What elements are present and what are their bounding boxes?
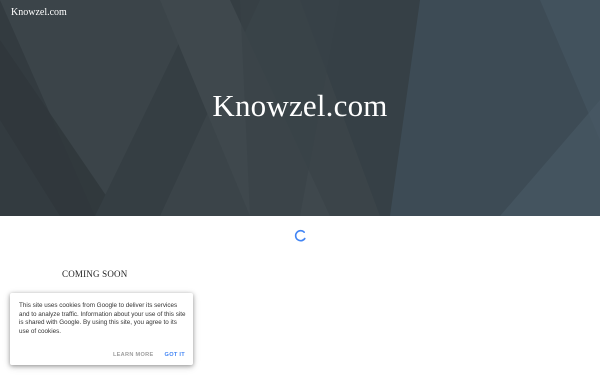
- learn-more-button[interactable]: LEARN MORE: [113, 352, 154, 358]
- got-it-button[interactable]: GOT IT: [165, 352, 185, 358]
- hero-banner: Knowzel.com Knowzel.com: [0, 0, 600, 216]
- cookie-consent-banner: This site uses cookies from Google to de…: [10, 293, 193, 365]
- site-name-link[interactable]: Knowzel.com: [11, 7, 67, 18]
- hero-title: Knowzel.com: [212, 88, 388, 123]
- cookie-message: This site uses cookies from Google to de…: [19, 302, 186, 335]
- loading-spinner-icon: [293, 229, 307, 243]
- cookie-actions: LEARN MORE GOT IT: [113, 352, 185, 358]
- coming-soon-text: COMING SOON: [62, 269, 128, 279]
